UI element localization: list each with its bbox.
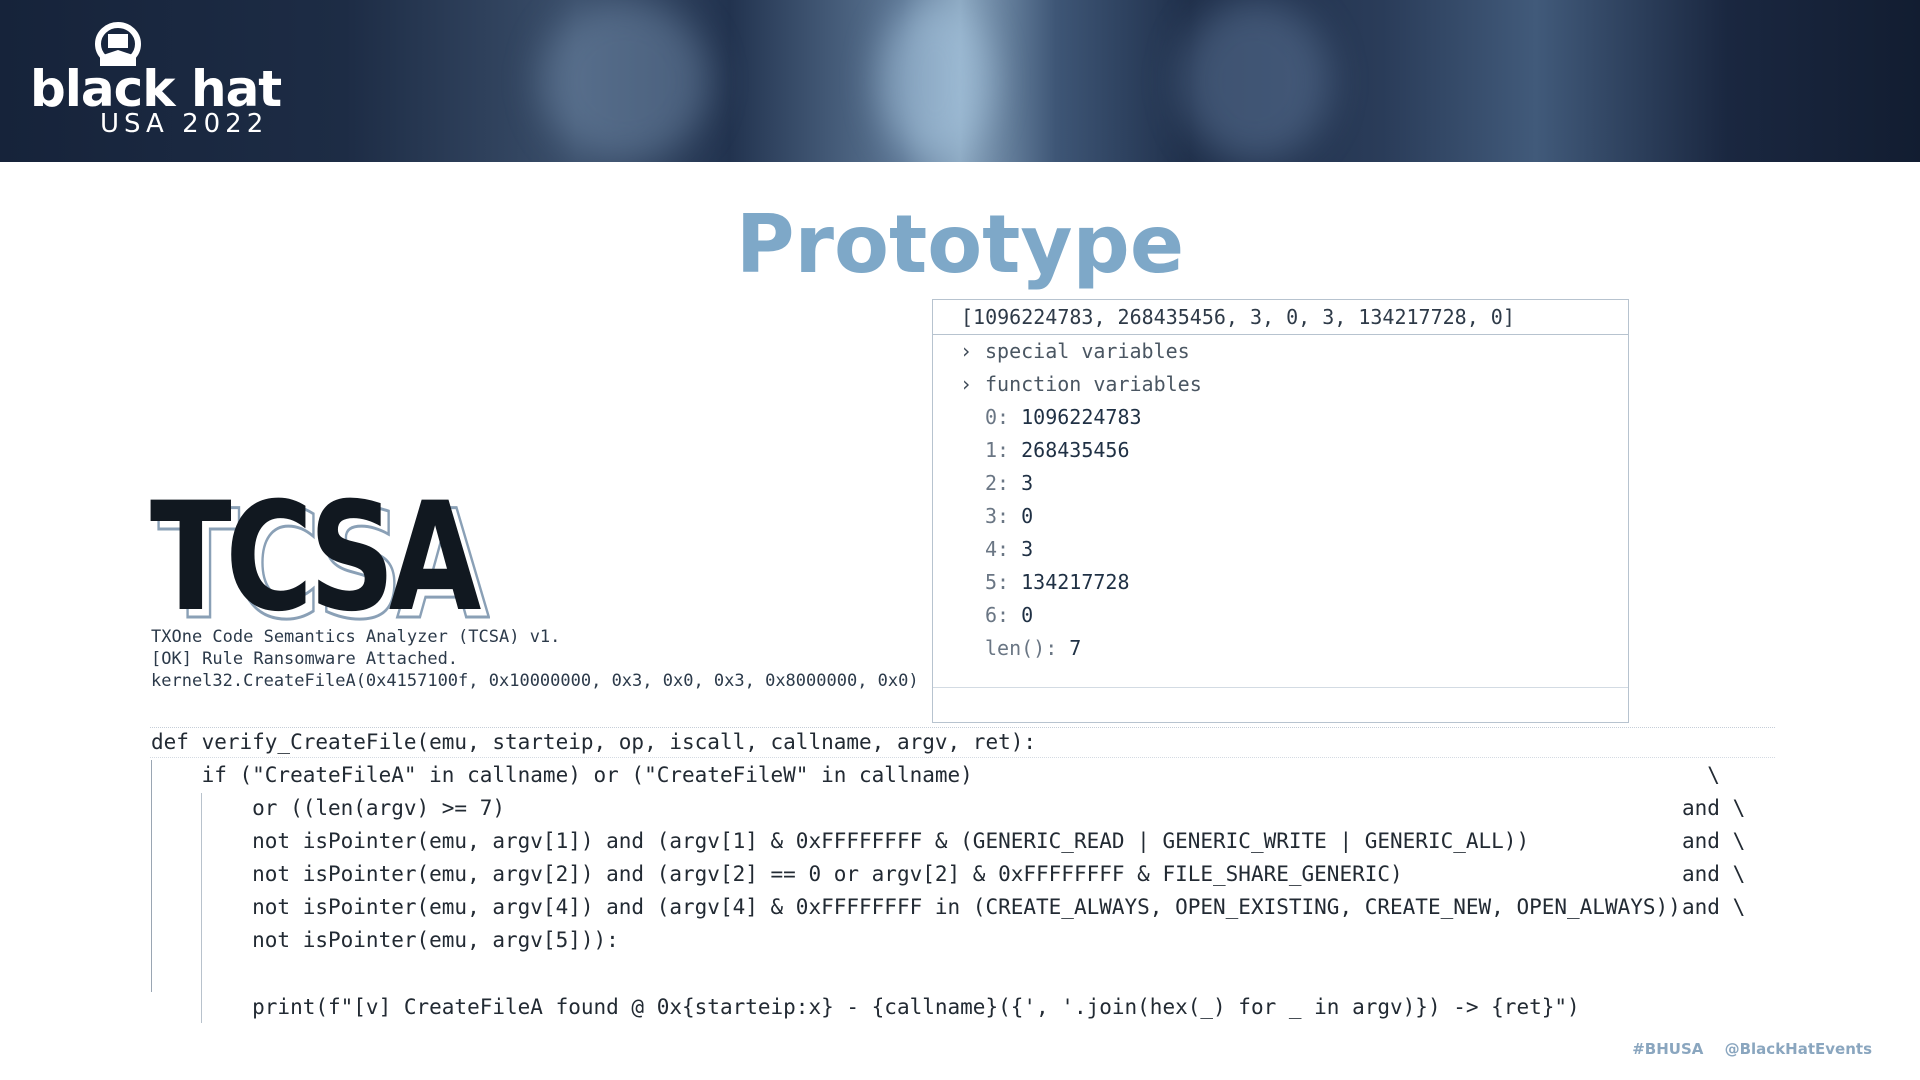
logo-event: USA 2022 xyxy=(100,109,269,139)
code-line: not isPointer(emu, argv[5])): xyxy=(151,928,619,952)
debugger-variables-panel: [1096224783, 268435456, 3, 0, 3, 1342177… xyxy=(932,299,1629,723)
slide-footer: #BHUSA @BlackHatEvents xyxy=(1616,1040,1872,1058)
code-line: not isPointer(emu, argv[2]) and (argv[2]… xyxy=(151,862,1403,886)
debugger-item[interactable]: len(): 7 xyxy=(933,632,1628,665)
tcsa-logo: TCSA TCSA xyxy=(150,493,490,623)
code-continuation: and \ xyxy=(1682,796,1746,820)
code-line: def verify_CreateFile(emu, starteip, op,… xyxy=(151,730,1037,754)
code-continuation: and \ xyxy=(1682,895,1746,919)
console-line: kernel32.CreateFileA(0x4157100f, 0x10000… xyxy=(151,671,919,691)
debugger-item-value: 1096224783 xyxy=(1021,405,1142,429)
code-line: not isPointer(emu, argv[4]) and (argv[4]… xyxy=(151,895,1681,919)
debugger-header-value: [1096224783, 268435456, 3, 0, 3, 1342177… xyxy=(933,300,1628,335)
footer-handle: @BlackHatEvents xyxy=(1724,1040,1872,1058)
console-output: TXOne Code Semantics Analyzer (TCSA) v1.… xyxy=(151,626,919,692)
header-banner: black hat USA 2022 xyxy=(0,0,1920,162)
debugger-group-special-variables[interactable]: › special variables xyxy=(933,335,1628,368)
debugger-item[interactable]: 5: 134217728 xyxy=(933,566,1628,599)
blackhat-logo: black hat USA 2022 xyxy=(30,22,310,142)
debugger-item-key: 6: xyxy=(985,603,1010,627)
debugger-item[interactable]: 2: 3 xyxy=(933,467,1628,500)
debugger-item-value: 3 xyxy=(1021,537,1034,561)
chevron-right-icon: › xyxy=(960,372,973,396)
debugger-item-key: 1: xyxy=(985,438,1010,462)
debugger-group-function-variables[interactable]: › function variables xyxy=(933,368,1628,401)
debugger-item-value: 3 xyxy=(1021,471,1034,495)
code-continuation: \ xyxy=(1682,763,1720,787)
debugger-group-label: special variables xyxy=(985,339,1190,363)
banner-glow xyxy=(540,0,710,162)
debugger-item-value: 0 xyxy=(1021,504,1034,528)
debugger-item[interactable]: 1: 268435456 xyxy=(933,434,1628,467)
code-continuation: and \ xyxy=(1682,829,1746,853)
chevron-right-icon: › xyxy=(960,339,973,363)
debugger-footer xyxy=(933,687,1628,722)
code-continuation: and \ xyxy=(1682,862,1746,886)
debugger-item[interactable]: 4: 3 xyxy=(933,533,1628,566)
banner-glow xyxy=(880,0,990,162)
debugger-item[interactable]: 0: 1096224783 xyxy=(933,401,1628,434)
debugger-item-value: 7 xyxy=(1069,636,1082,660)
debugger-item-key: 2: xyxy=(985,471,1010,495)
console-line: TXOne Code Semantics Analyzer (TCSA) v1. xyxy=(151,627,561,647)
code-line: print(f"[v] CreateFileA found @ 0x{start… xyxy=(151,995,1580,1019)
debugger-item-value: 268435456 xyxy=(1021,438,1130,462)
debugger-item-key: 4: xyxy=(985,537,1010,561)
tcsa-logo-text: TCSA xyxy=(150,493,481,623)
debugger-item[interactable]: 3: 0 xyxy=(933,500,1628,533)
console-line: [OK] Rule Ransomware Attached. xyxy=(151,649,459,669)
banner-glow xyxy=(1180,0,1330,162)
debugger-item-key: 3: xyxy=(985,504,1010,528)
debugger-item-value: 134217728 xyxy=(1021,570,1130,594)
debugger-item[interactable]: 6: 0 xyxy=(933,599,1628,632)
code-line: or ((len(argv) >= 7) xyxy=(151,796,506,820)
debugger-item-key: len(): xyxy=(985,636,1058,660)
footer-hashtag: #BHUSA xyxy=(1632,1040,1704,1058)
debugger-item-key: 0: xyxy=(985,405,1010,429)
code-line: not isPointer(emu, argv[1]) and (argv[1]… xyxy=(151,829,1530,853)
code-line: if ("CreateFileA" in callname) or ("Crea… xyxy=(151,763,973,787)
debugger-group-label: function variables xyxy=(985,372,1202,396)
debugger-item-value: 0 xyxy=(1021,603,1034,627)
debugger-item-key: 5: xyxy=(985,570,1010,594)
slide-title: Prototype xyxy=(735,198,1185,291)
